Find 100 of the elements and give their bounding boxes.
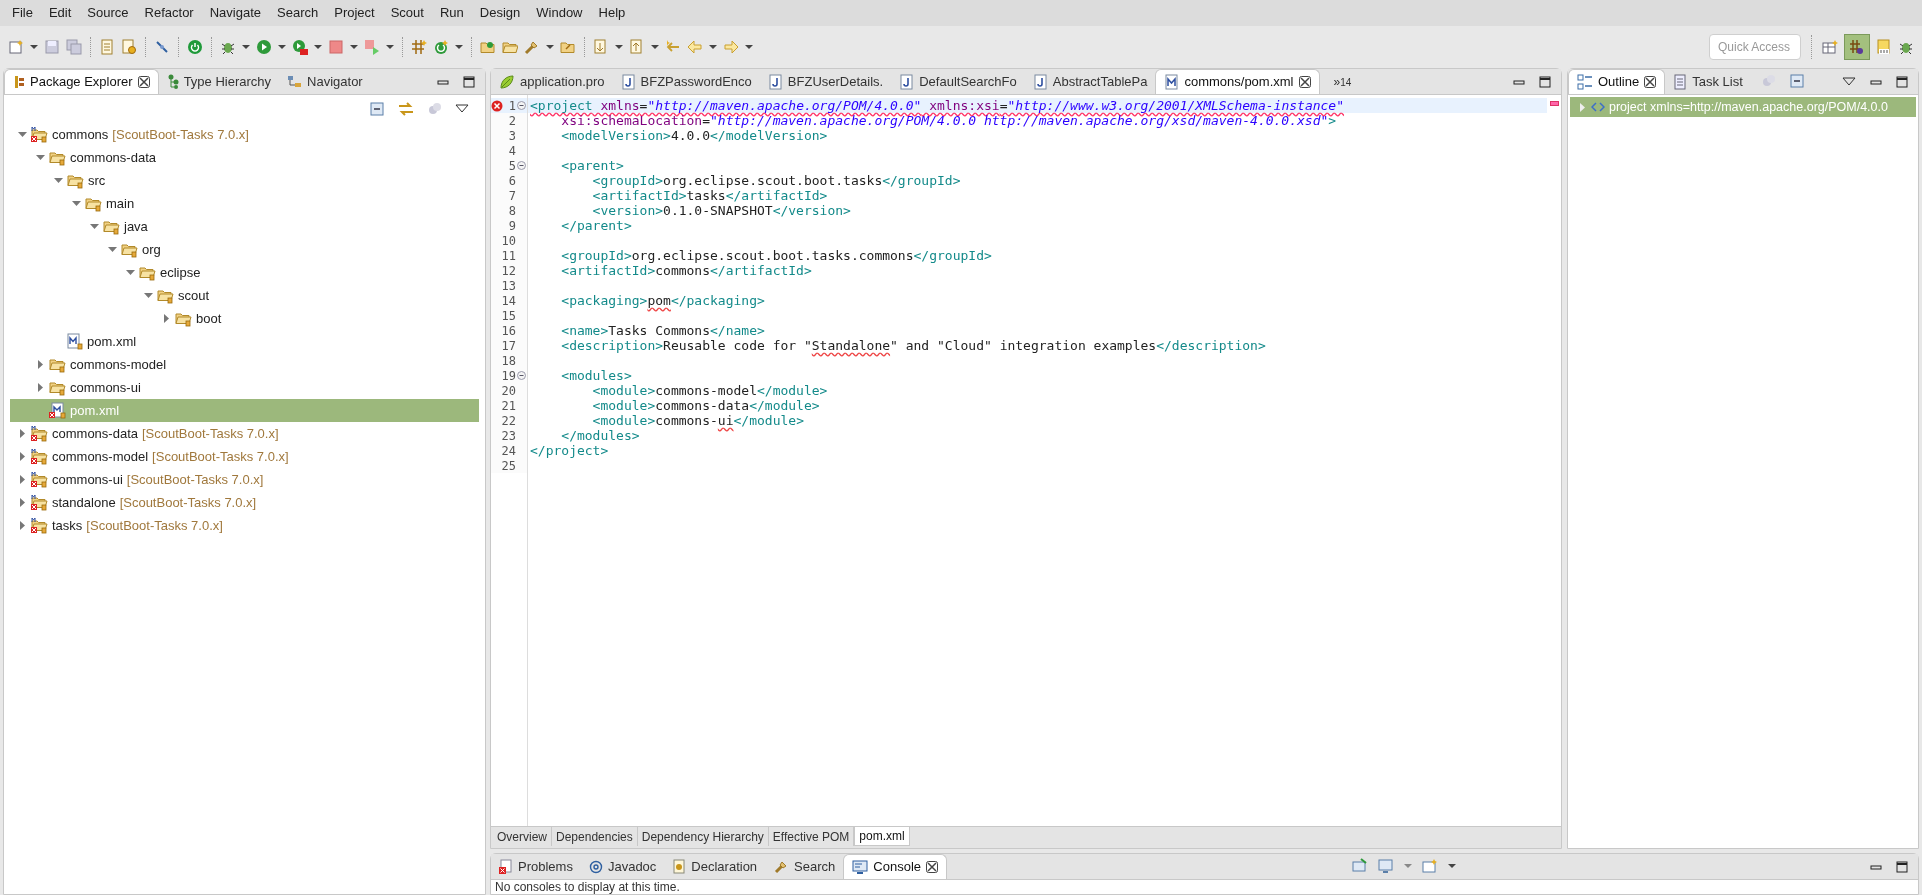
collapsed-arrow-icon[interactable]: [18, 521, 27, 530]
tab[interactable]: commons/pom.xml: [1155, 69, 1320, 94]
collapsed-arrow-icon[interactable]: [36, 383, 45, 392]
collapsed-arrow-icon[interactable]: [162, 314, 171, 323]
dropdown-caret-icon[interactable]: [1447, 863, 1456, 869]
expanded-arrow-icon[interactable]: [54, 176, 63, 185]
menu-item[interactable]: Run: [431, 2, 472, 24]
fold-icon[interactable]: [517, 161, 526, 170]
maximize-icon[interactable]: [463, 76, 475, 88]
editor-page-tab[interactable]: Overview: [493, 827, 552, 846]
display-console-icon[interactable]: [1377, 858, 1394, 874]
tab[interactable]: Console: [843, 854, 947, 879]
maximize-icon[interactable]: [1896, 76, 1908, 88]
tree-item[interactable]: commons-ui: [10, 376, 479, 399]
folder-arrow-icon[interactable]: [560, 39, 576, 55]
menu-item[interactable]: Navigate: [201, 2, 269, 24]
tree-item[interactable]: commons-data [ScoutBoot-Tasks 7.0.x]: [10, 422, 479, 445]
tab[interactable]: Search: [765, 854, 844, 879]
close-icon[interactable]: [137, 76, 150, 88]
tree-item[interactable]: commons [ScoutBoot-Tasks 7.0.x]: [10, 123, 479, 146]
tab[interactable]: AbstractTablePa: [1024, 69, 1156, 94]
tree-item[interactable]: tasks [ScoutBoot-Tasks 7.0.x]: [10, 514, 479, 537]
dropdown-caret-icon[interactable]: [278, 44, 286, 50]
up-annotation-icon[interactable]: [629, 39, 645, 55]
collapsed-arrow-icon[interactable]: [18, 429, 27, 438]
open-folder-icon[interactable]: [480, 39, 496, 55]
tab[interactable]: Javadoc: [580, 854, 665, 879]
tab[interactable]: Type Hierarchy: [158, 69, 280, 94]
run-icon[interactable]: [256, 39, 272, 55]
collapsed-arrow-icon[interactable]: [18, 452, 27, 461]
dropdown-caret-icon[interactable]: [314, 44, 322, 50]
menu-item[interactable]: Refactor: [136, 2, 202, 24]
tree-item[interactable]: eclipse: [10, 261, 479, 284]
expanded-arrow-icon[interactable]: [90, 222, 99, 231]
expanded-arrow-icon[interactable]: [108, 245, 117, 254]
minimize-icon[interactable]: [1870, 77, 1882, 87]
tree-item[interactable]: pom.xml: [10, 330, 479, 353]
tab[interactable]: application.pro: [491, 69, 613, 94]
expanded-arrow-icon[interactable]: [36, 153, 45, 162]
error-overview-marker[interactable]: [1549, 101, 1559, 106]
tree-item[interactable]: boot: [10, 307, 479, 330]
menu-item[interactable]: Design: [471, 2, 529, 24]
open-perspective-icon[interactable]: [1822, 39, 1838, 55]
menu-item[interactable]: Scout: [382, 2, 432, 24]
close-icon[interactable]: [926, 861, 938, 873]
tree-item[interactable]: standalone [ScoutBoot-Tasks 7.0.x]: [10, 491, 479, 514]
tree-item[interactable]: org: [10, 238, 479, 261]
dropdown-caret-icon[interactable]: [242, 44, 250, 50]
tree-item[interactable]: main: [10, 192, 479, 215]
tab[interactable]: BFZUserDetails.: [759, 69, 892, 94]
dropdown-caret-icon[interactable]: [386, 44, 394, 50]
collapsed-arrow-icon[interactable]: [36, 360, 45, 369]
down-annotation-icon[interactable]: [593, 39, 609, 55]
minimize-icon[interactable]: [1870, 862, 1882, 872]
dropdown-caret-icon[interactable]: [30, 44, 38, 50]
torch-icon[interactable]: [524, 39, 540, 55]
tree-item[interactable]: commons-model [ScoutBoot-Tasks 7.0.x]: [10, 445, 479, 468]
maximize-icon[interactable]: [1896, 861, 1908, 873]
tab[interactable]: DefaultSearchFo: [891, 69, 1025, 94]
editor-page-tab[interactable]: Dependencies: [552, 827, 638, 846]
document-gear-icon[interactable]: [121, 39, 137, 55]
link-arrows-icon[interactable]: [397, 101, 415, 117]
editor-page-tab[interactable]: pom.xml: [854, 827, 910, 846]
new-icon[interactable]: [8, 39, 24, 55]
dropdown-caret-icon[interactable]: [350, 44, 358, 50]
dropdown-caret-icon[interactable]: [546, 44, 554, 50]
tree-item[interactable]: commons-model: [10, 353, 479, 376]
menu-item[interactable]: Source: [79, 2, 137, 24]
tree-item[interactable]: scout: [10, 284, 479, 307]
stop-icon[interactable]: [328, 39, 344, 55]
expanded-arrow-icon[interactable]: [126, 268, 135, 277]
maximize-icon[interactable]: [1539, 76, 1551, 88]
tab[interactable]: Declaration: [664, 854, 766, 879]
close-icon[interactable]: [1644, 76, 1657, 88]
menu-item[interactable]: Project: [326, 2, 383, 24]
tab[interactable]: Problems: [491, 854, 581, 879]
expanded-arrow-icon[interactable]: [72, 199, 81, 208]
dropdown-caret-icon[interactable]: [615, 44, 623, 50]
minimize-icon[interactable]: [437, 77, 449, 87]
collapse-all-icon[interactable]: [369, 101, 385, 117]
collapsed-arrow-icon[interactable]: [18, 475, 27, 484]
editor-page-tab[interactable]: Dependency Hierarchy: [637, 827, 769, 846]
minimize-icon[interactable]: [1513, 77, 1525, 87]
menu-item[interactable]: Window: [528, 2, 591, 24]
collapsed-arrow-icon[interactable]: [18, 498, 27, 507]
expanded-arrow-icon[interactable]: [144, 291, 153, 300]
tab[interactable]: Task List: [1665, 69, 1751, 94]
view-menu-icon[interactable]: [455, 104, 469, 114]
menu-item[interactable]: File: [4, 2, 41, 24]
tree-item[interactable]: commons-ui [ScoutBoot-Tasks 7.0.x]: [10, 468, 479, 491]
tree-item[interactable]: java: [10, 215, 479, 238]
dropdown-caret-icon[interactable]: [651, 44, 659, 50]
tab[interactable]: Navigator: [279, 69, 371, 94]
menu-item[interactable]: Help: [590, 2, 634, 24]
tab[interactable]: Package Explorer: [4, 69, 159, 94]
refresh-icon[interactable]: [433, 39, 449, 55]
dropdown-caret-icon[interactable]: [455, 44, 463, 50]
tree-item[interactable]: src: [10, 169, 479, 192]
more-tabs-button[interactable]: »14: [1319, 69, 1366, 94]
dropdown-caret-icon[interactable]: [745, 44, 753, 50]
